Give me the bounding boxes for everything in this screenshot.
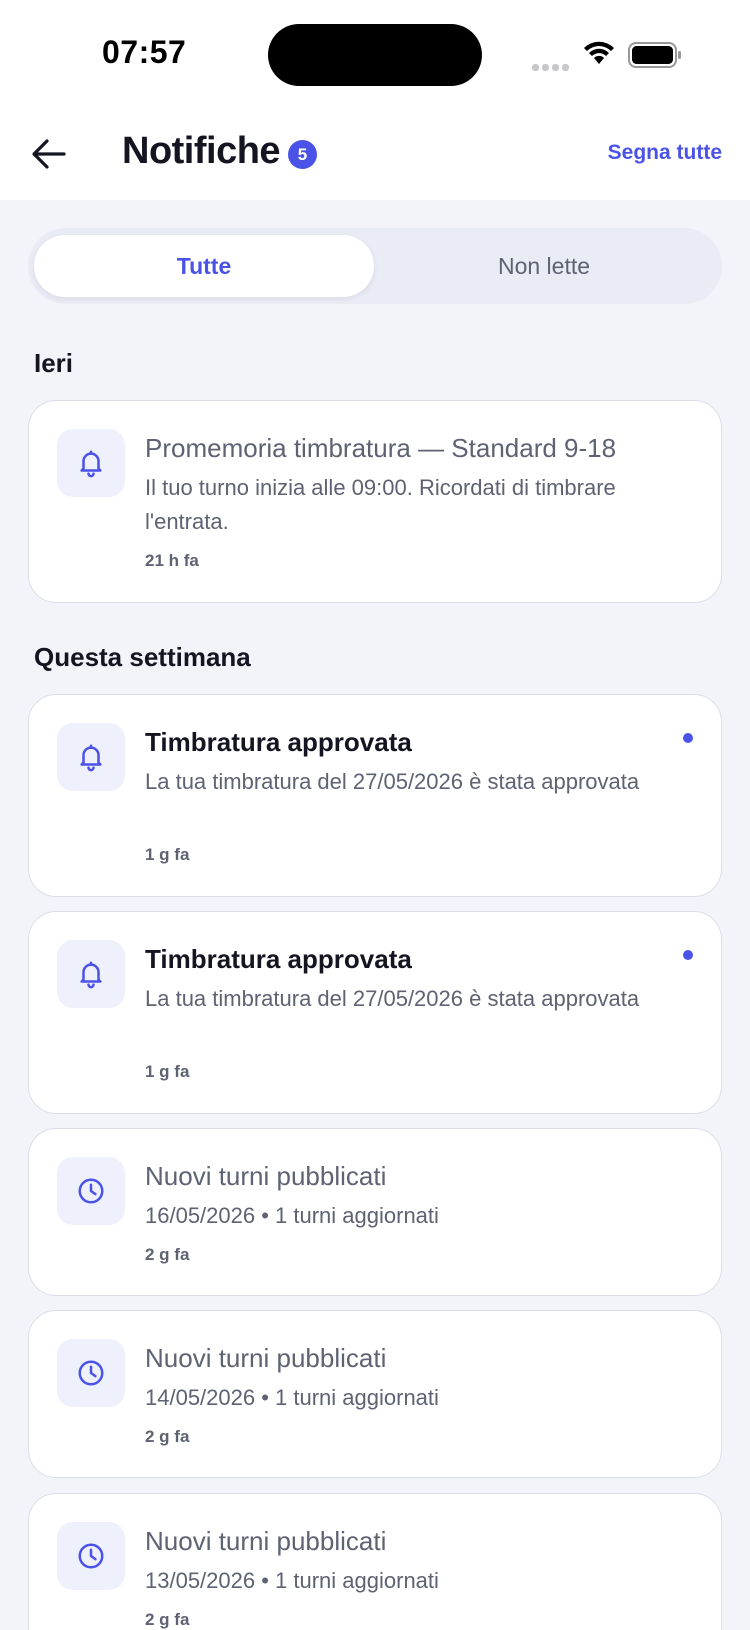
notification-title: Timbratura approvata xyxy=(145,944,412,974)
bell-icon xyxy=(80,744,102,772)
bell-icon xyxy=(80,961,102,989)
section-title-yesterday: Ieri xyxy=(34,348,74,378)
clock-icon xyxy=(78,1360,104,1386)
notification-icon-box xyxy=(57,1522,125,1590)
notification-icon-box xyxy=(57,429,125,497)
notification-time: 2 g fa xyxy=(145,1245,190,1264)
clock-icon xyxy=(78,1543,104,1569)
page-title: Notifiche xyxy=(122,130,281,172)
notification-title: Promemoria timbratura — Standard 9-18 xyxy=(145,433,617,463)
status-time: 07:57 xyxy=(102,34,187,70)
notification-card[interactable]: Nuovi turni pubblicati 16/05/2026 • 1 tu… xyxy=(28,1128,722,1296)
bell-icon xyxy=(80,450,102,478)
notification-time: 1 g fa xyxy=(145,1062,190,1081)
section-title-this-week: Questa settimana xyxy=(34,642,251,672)
cellular-signal-icon xyxy=(532,58,572,76)
notification-body: La tua timbratura del 27/05/2026 è stata… xyxy=(145,769,640,794)
unread-indicator-dot xyxy=(683,950,693,960)
notification-time: 2 g fa xyxy=(145,1427,190,1446)
mark-all-read-button[interactable]: Segna tutte xyxy=(608,141,722,165)
notification-card[interactable]: Timbratura approvata La tua timbratura d… xyxy=(28,694,722,897)
dynamic-island xyxy=(268,24,482,86)
notification-title: Nuovi turni pubblicati xyxy=(145,1161,387,1191)
notification-title: Timbratura approvata xyxy=(145,727,412,757)
notification-icon-box xyxy=(57,940,125,1008)
tab-all[interactable]: Tutte xyxy=(34,235,374,297)
wifi-icon xyxy=(584,41,614,64)
battery-icon xyxy=(628,42,681,68)
notification-time: 21 h fa xyxy=(145,551,199,570)
notification-title: Nuovi turni pubblicati xyxy=(145,1343,387,1373)
filter-tabs: Tutte Non lette xyxy=(28,228,722,304)
notification-body: 13/05/2026 • 1 turni aggiornati xyxy=(145,1568,439,1593)
clock-icon xyxy=(78,1178,104,1204)
notification-icon-box xyxy=(57,1157,125,1225)
notification-card[interactable]: Promemoria timbratura — Standard 9-18 Il… xyxy=(28,400,722,603)
unread-indicator-dot xyxy=(683,733,693,743)
notification-time: 2 g fa xyxy=(145,1610,190,1629)
notification-body: 14/05/2026 • 1 turni aggiornati xyxy=(145,1385,439,1410)
notification-body: La tua timbratura del 27/05/2026 è stata… xyxy=(145,986,640,1011)
notification-title: Nuovi turni pubblicati xyxy=(145,1526,387,1556)
notification-card[interactable]: Nuovi turni pubblicati 13/05/2026 • 1 tu… xyxy=(28,1493,722,1630)
notification-icon-box xyxy=(57,723,125,791)
unread-count-badge: 5 xyxy=(288,140,317,169)
tab-unread[interactable]: Non lette xyxy=(374,235,714,297)
notification-body: Il tuo turno inizia alle 09:00. Ricordat… xyxy=(145,475,616,534)
notification-icon-box xyxy=(57,1339,125,1407)
notification-card[interactable]: Timbratura approvata La tua timbratura d… xyxy=(28,911,722,1114)
notification-time: 1 g fa xyxy=(145,845,190,864)
notification-body: 16/05/2026 • 1 turni aggiornati xyxy=(145,1203,439,1228)
notification-card[interactable]: Nuovi turni pubblicati 14/05/2026 • 1 tu… xyxy=(28,1310,722,1478)
back-arrow-icon[interactable] xyxy=(30,136,68,172)
